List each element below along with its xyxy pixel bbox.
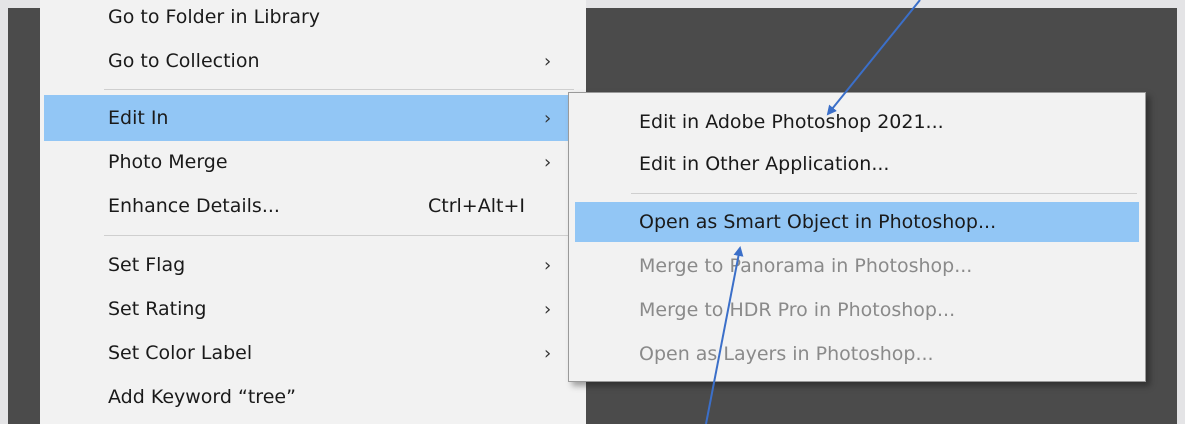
menu-item-enhance-details[interactable]: Enhance Details... Ctrl+Alt+I: [44, 183, 612, 229]
menu-item-label: Go to Folder in Library: [108, 6, 321, 28]
menu-item-set-rating[interactable]: Set Rating ›: [44, 286, 612, 332]
submenu-item-merge-panorama[interactable]: Merge to Panorama in Photoshop...: [575, 246, 1139, 286]
chevron-right-icon: ›: [544, 254, 552, 276]
submenu-item-label: Open as Smart Object in Photoshop...: [639, 211, 997, 233]
submenu-item-label: Merge to HDR Pro in Photoshop...: [639, 299, 956, 321]
menu-item-shortcut: Ctrl+Alt+I: [428, 195, 525, 217]
submenu-item-label: Edit in Adobe Photoshop 2021...: [639, 111, 944, 133]
menu-separator: [104, 89, 574, 90]
submenu-item-label: Edit in Other Application...: [639, 153, 890, 175]
menu-item-label: Set Flag: [108, 254, 186, 276]
menu-item-add-keyword[interactable]: Add Keyword “tree”: [44, 374, 612, 420]
submenu-item-merge-hdr[interactable]: Merge to HDR Pro in Photoshop...: [575, 290, 1139, 330]
menu-separator: [104, 235, 574, 236]
chevron-right-icon: ›: [544, 298, 552, 320]
menu-item-photo-merge[interactable]: Photo Merge ›: [44, 139, 612, 185]
menu-item-set-flag[interactable]: Set Flag ›: [44, 242, 612, 288]
menu-item-label: Add Keyword “tree”: [108, 386, 296, 408]
submenu-item-label: Merge to Panorama in Photoshop...: [639, 255, 973, 277]
menu-item-label: Photo Merge: [108, 151, 228, 173]
menu-item-go-to-collection[interactable]: Go to Collection ›: [44, 38, 612, 84]
submenu-item-edit-in-other-app[interactable]: Edit in Other Application...: [575, 144, 1139, 184]
chevron-right-icon: ›: [544, 151, 552, 173]
menu-separator: [631, 193, 1137, 194]
edit-in-submenu: Edit in Adobe Photoshop 2021... Edit in …: [568, 92, 1146, 382]
chevron-right-icon: ›: [544, 342, 552, 364]
context-menu: Go to Folder in Library Go to Collection…: [40, 0, 612, 424]
chevron-right-icon: ›: [544, 107, 552, 129]
chevron-right-icon: ›: [544, 50, 552, 72]
submenu-item-label: Open as Layers in Photoshop...: [639, 343, 934, 365]
menu-item-label: Enhance Details...: [108, 195, 280, 217]
menu-item-label: Edit In: [108, 107, 169, 129]
submenu-item-open-smart-object[interactable]: Open as Smart Object in Photoshop...: [575, 202, 1139, 242]
menu-item-edit-in[interactable]: Edit In ›: [44, 95, 612, 141]
menu-item-label: Set Color Label: [108, 342, 253, 364]
menu-item-go-to-folder[interactable]: Go to Folder in Library: [44, 0, 612, 40]
menu-item-set-color-label[interactable]: Set Color Label ›: [44, 330, 612, 376]
menu-item-label: Set Rating: [108, 298, 207, 320]
submenu-item-open-as-layers[interactable]: Open as Layers in Photoshop...: [575, 334, 1139, 374]
submenu-item-edit-in-photoshop[interactable]: Edit in Adobe Photoshop 2021...: [575, 102, 1139, 142]
menu-item-label: Go to Collection: [108, 50, 260, 72]
